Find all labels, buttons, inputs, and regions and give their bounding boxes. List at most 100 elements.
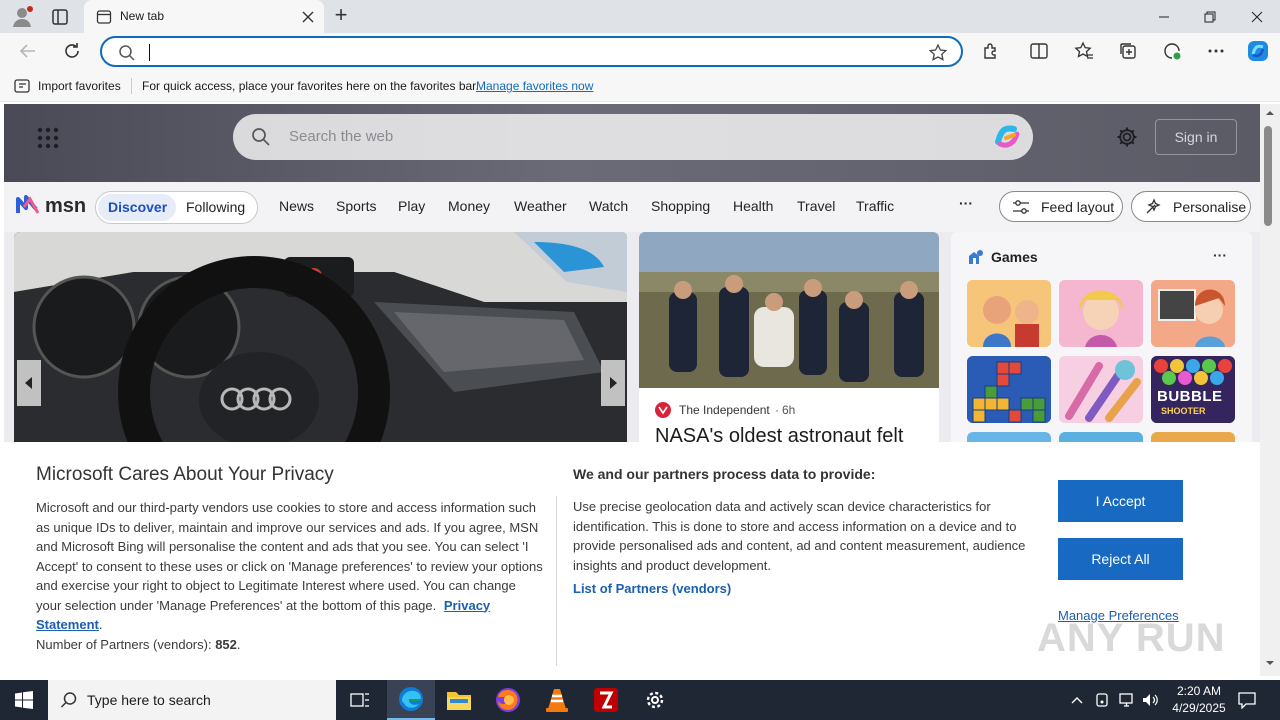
copilot-search-icon[interactable]	[992, 122, 1024, 152]
browser-essentials-icon[interactable]	[1157, 36, 1187, 66]
games-icon	[967, 248, 985, 266]
data-processing-body: Use precise geolocation data and activel…	[573, 499, 1026, 573]
vlc-cone-icon	[546, 689, 568, 712]
nav-play[interactable]: Play	[398, 198, 425, 214]
device-tray-icon[interactable]	[1094, 692, 1110, 708]
nav-shopping[interactable]: Shopping	[651, 198, 710, 214]
tab-following[interactable]: Following	[186, 199, 245, 215]
privacy-body: Microsoft and our third-party vendors us…	[36, 500, 543, 613]
favorite-star-icon[interactable]	[928, 43, 948, 63]
page-settings-gear-icon[interactable]	[1116, 126, 1138, 148]
taskbar-filezilla[interactable]	[582, 680, 630, 720]
tab-discover[interactable]: Discover	[108, 199, 167, 215]
scroll-up-icon[interactable]	[1265, 108, 1275, 118]
edge-icon	[399, 687, 423, 711]
game-tile-bubble-shooter[interactable]: BUBBLE SHOOTER	[1151, 356, 1235, 423]
show-hidden-icons[interactable]	[1070, 693, 1084, 707]
nav-money[interactable]: Money	[448, 198, 490, 214]
close-window-button[interactable]	[1234, 0, 1280, 33]
scroll-thumb[interactable]	[1264, 126, 1272, 226]
carousel-next-button[interactable]	[601, 360, 625, 406]
split-screen-icon[interactable]	[1024, 36, 1054, 66]
import-favorites-button[interactable]: Import favorites	[38, 79, 121, 93]
start-button[interactable]	[0, 680, 48, 720]
watermark-logo: ANY RUN	[1037, 616, 1226, 660]
settings-more-icon[interactable]	[1201, 36, 1231, 66]
tab-actions-icon[interactable]	[50, 7, 70, 27]
taskbar-settings[interactable]	[631, 680, 679, 720]
personalise-sparkle-icon	[1144, 198, 1162, 216]
feed-tabs: Discover Following	[95, 191, 258, 224]
nav-more-button[interactable]: ···	[959, 195, 973, 211]
sliders-icon	[1012, 199, 1030, 215]
nav-weather[interactable]: Weather	[514, 198, 567, 214]
taskbar-edge-app[interactable]	[387, 680, 435, 720]
vertical-scrollbar[interactable]	[1260, 104, 1280, 676]
copilot-icon[interactable]	[1243, 36, 1273, 66]
game-tile-1[interactable]	[967, 280, 1051, 347]
publisher-logo-icon	[655, 402, 671, 418]
collections-icon[interactable]	[1113, 36, 1143, 66]
feed-layout-button[interactable]: Feed layout	[999, 191, 1123, 222]
hero-story-image[interactable]	[14, 232, 627, 447]
games-more-button[interactable]: ···	[1213, 247, 1227, 263]
taskbar-firefox[interactable]	[484, 680, 532, 720]
scroll-down-icon[interactable]	[1265, 658, 1275, 668]
firefox-icon	[496, 688, 520, 712]
taskbar-file-explorer[interactable]	[435, 680, 483, 720]
favorites-hint: For quick access, place your favorites h…	[142, 79, 479, 93]
extensions-icon[interactable]	[976, 36, 1006, 66]
partners-label: Number of Partners (vendors):	[36, 636, 212, 652]
dialog-divider	[556, 496, 557, 666]
sign-in-button[interactable]: Sign in	[1155, 119, 1237, 155]
astronaut-photo	[639, 232, 939, 388]
period: .	[98, 617, 103, 632]
taskbar-vlc[interactable]	[533, 680, 581, 720]
minimize-button[interactable]	[1141, 0, 1187, 33]
tab-new-tab[interactable]: New tab	[84, 0, 324, 33]
manage-favorites-link[interactable]: Manage favorites now	[476, 79, 593, 93]
task-view-button[interactable]	[336, 680, 384, 720]
nav-news[interactable]: News	[279, 198, 314, 214]
accept-button[interactable]: I Accept	[1058, 480, 1183, 522]
new-tab-button[interactable]: +	[330, 4, 352, 27]
settings-gear-icon	[646, 691, 664, 709]
system-clock[interactable]: 2:20 AM 4/29/2025	[1166, 683, 1232, 717]
game-tile-3[interactable]	[1151, 280, 1235, 347]
network-icon[interactable]	[1118, 692, 1136, 708]
msn-logo-icon[interactable]	[16, 193, 44, 217]
refresh-button[interactable]	[57, 36, 87, 66]
restore-icon	[1204, 11, 1216, 22]
reject-all-button[interactable]: Reject All	[1058, 538, 1183, 580]
nav-traffic[interactable]: Traffic	[856, 198, 894, 214]
game-tile-2[interactable]	[1059, 280, 1143, 347]
game-tile-4[interactable]	[967, 356, 1051, 423]
notifications-icon[interactable]	[1238, 691, 1256, 709]
favorites-icon[interactable]	[1069, 36, 1099, 66]
profile-icon[interactable]	[10, 5, 34, 29]
web-search-box[interactable]: Search the web	[233, 114, 1033, 160]
restore-button[interactable]	[1187, 0, 1233, 33]
taskbar-search-input[interactable]: Type here to search	[87, 692, 211, 708]
new-tab-page-icon	[96, 9, 112, 25]
back-button[interactable]	[13, 36, 43, 66]
taskbar-search-box[interactable]: Type here to search	[48, 680, 336, 720]
nav-travel[interactable]: Travel	[797, 198, 835, 214]
carousel-prev-button[interactable]	[17, 360, 41, 406]
volume-icon[interactable]	[1142, 692, 1160, 708]
web-search-input[interactable]: Search the web	[289, 128, 393, 145]
list-of-partners-link[interactable]: List of Partners (vendors)	[573, 581, 731, 596]
personalise-button[interactable]: Personalise	[1131, 191, 1251, 222]
address-bar[interactable]	[100, 36, 963, 67]
browser-toolbar	[0, 33, 1280, 70]
nav-sports[interactable]: Sports	[336, 198, 376, 214]
nav-watch[interactable]: Watch	[589, 198, 628, 214]
news-story-card[interactable]: The Independent · 6h NASA's oldest astro…	[639, 232, 939, 447]
app-launcher-icon[interactable]	[37, 127, 59, 149]
nav-health[interactable]: Health	[733, 198, 773, 214]
period: .	[236, 636, 241, 652]
msn-logo-text: msn	[45, 195, 87, 217]
tab-close-icon[interactable]	[300, 9, 316, 25]
import-favorites-icon	[14, 78, 31, 94]
game-tile-5[interactable]	[1059, 356, 1143, 423]
